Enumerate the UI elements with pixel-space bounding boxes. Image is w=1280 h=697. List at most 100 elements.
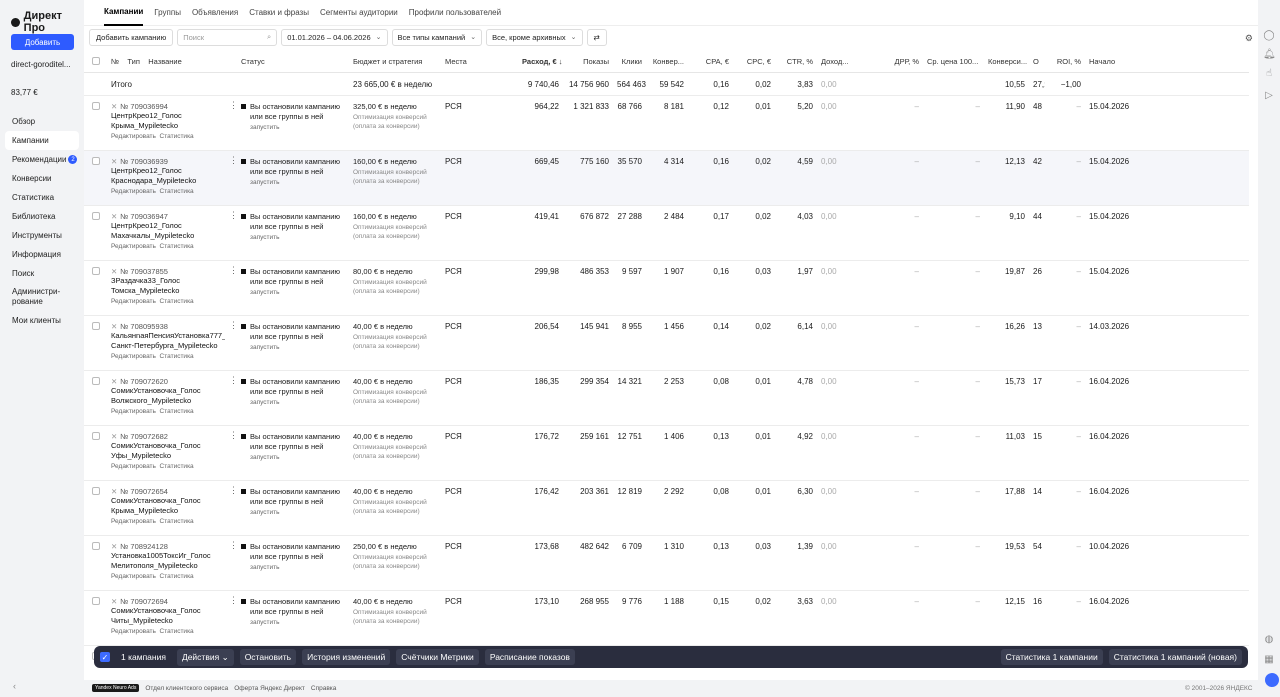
campaign-name[interactable]: КальянnаяПенсияУстановка777_Г... Санкт-П… [111, 331, 225, 351]
more-menu-icon[interactable]: ⋮ [225, 261, 237, 315]
add-campaign-button[interactable]: Добавить кампанию [89, 28, 174, 46]
campaign-name[interactable]: ЦентрКрео12_Голос Крыма_Mypiletecko [111, 111, 225, 131]
campaign-name[interactable]: Установка1005ТоксИг_Голос Мелитополя_Myp… [111, 551, 225, 571]
stop-button[interactable]: Остановить [239, 649, 297, 665]
stats-link[interactable]: Статистика [160, 353, 194, 360]
row-checkbox[interactable] [84, 591, 107, 645]
more-menu-icon[interactable]: ⋮ [225, 536, 237, 590]
edit-link[interactable]: Редактировать [111, 353, 156, 360]
header-avgprice[interactable]: Ср. цена 100... [923, 57, 984, 66]
account-name[interactable]: direct-goroditel... [11, 60, 71, 69]
header-convr[interactable]: Конверси... [984, 57, 1029, 66]
stats-link[interactable]: Статистика [160, 573, 194, 580]
more-menu-icon[interactable]: ⋮ [225, 96, 237, 150]
more-menu-icon[interactable]: ⋮ [225, 591, 237, 645]
row-checkbox[interactable] [84, 371, 107, 425]
more-menu-icon[interactable]: ⋮ [225, 316, 237, 370]
help-chat-icon[interactable] [1265, 673, 1279, 687]
campaign-name[interactable]: ЗРаздачка33_Голос Томска_Mypiletecko [111, 276, 225, 296]
edit-link[interactable]: Редактировать [111, 573, 156, 580]
row-checkbox[interactable] [84, 426, 107, 480]
history-button[interactable]: История изменений [302, 649, 391, 665]
launch-link[interactable]: запустить [250, 234, 345, 241]
edit-link[interactable]: Редактировать [111, 628, 156, 635]
logo[interactable]: Директ Про [11, 10, 84, 34]
footer-link[interactable]: Справка [311, 685, 337, 692]
header-o[interactable]: О [1029, 57, 1045, 66]
table-row[interactable]: ✕ № 709036994 ЦентрКрео12_Голос Крыма_Mypi… [84, 96, 1249, 151]
launch-link[interactable]: запустить [250, 564, 345, 571]
campaign-type-select[interactable]: Все типы кампаний ⌄ [391, 28, 483, 46]
search-input[interactable]: Поиск ⌕ [177, 28, 278, 46]
sidebar-item[interactable]: Библиотека [5, 207, 79, 226]
campaign-name[interactable]: СомикУстановочка_Голос Читы_Mypiletecko [111, 606, 225, 626]
stats-link[interactable]: Статистика [160, 133, 194, 140]
sidebar-item[interactable]: Обзор [5, 112, 79, 131]
launch-link[interactable]: запустить [250, 399, 345, 406]
header-income[interactable]: Доход... [817, 57, 861, 66]
collapse-sidebar-icon[interactable]: ‹ [13, 681, 16, 691]
bell-icon[interactable]: 🔔︎ [1263, 49, 1276, 61]
table-row[interactable]: ✕ № 709036939 ЦентрКрео12_Голос Краснодара… [84, 151, 1249, 206]
sidebar-item[interactable]: Кампании [5, 131, 79, 150]
edit-link[interactable]: Редактировать [111, 188, 156, 195]
more-menu-icon[interactable]: ⋮ [225, 426, 237, 480]
header-budget[interactable]: Бюджет и стратегия [349, 57, 441, 66]
more-menu-icon[interactable]: ⋮ [225, 371, 237, 425]
thumb-up-icon[interactable]: ☝︎ [1263, 68, 1275, 80]
row-checkbox[interactable] [84, 481, 107, 535]
header-shows[interactable]: Показы [563, 57, 613, 66]
play-icon[interactable]: ▷ [1263, 90, 1275, 102]
row-checkbox[interactable] [84, 151, 107, 205]
table-row[interactable]: ✕ № 709072682 СомикУстановочка_Голос Уфы_M… [84, 426, 1249, 481]
header-ctr[interactable]: CTR, % [775, 57, 817, 66]
tab[interactable]: Группы [154, 0, 181, 26]
table-row[interactable]: ✕ № 709072620 СомикУстановочка_Голос Волжс… [84, 371, 1249, 426]
date-range-select[interactable]: 01.01.2026 – 04.06.2026 ⌄ [281, 28, 388, 46]
stats-link[interactable]: Статистика [160, 518, 194, 525]
footer-link[interactable]: Оферта Яндекс Директ [234, 685, 305, 692]
header-cpc[interactable]: CPC, € [733, 57, 775, 66]
sidebar-item[interactable]: Рекомендации 2 [5, 150, 79, 169]
sidebar-item[interactable]: Поиск [5, 264, 79, 283]
launch-link[interactable]: запустить [250, 124, 345, 131]
header-clicks[interactable]: Клики [613, 57, 646, 66]
row-checkbox[interactable] [84, 96, 107, 150]
tab[interactable]: Объявления [192, 0, 238, 26]
table-row[interactable]: ✕ № 709072694 СомикУстановочка_Голос Читы_… [84, 591, 1249, 646]
campaign-name[interactable]: СомикУстановочка_Голос Волжского_Mypilet… [111, 386, 225, 406]
tab[interactable]: Профили пользователей [409, 0, 501, 26]
metrika-button[interactable]: Счётчики Метрики [396, 649, 479, 665]
stats-link[interactable]: Статистика [160, 243, 194, 250]
edit-link[interactable]: Редактировать [111, 133, 156, 140]
header-place[interactable]: Места [441, 57, 518, 66]
header-conv[interactable]: Конвер... [646, 57, 688, 66]
tab[interactable]: Кампании [104, 0, 144, 26]
stats-link[interactable]: Статистика [160, 188, 194, 195]
apps-grid-icon[interactable]: ▦ [1263, 654, 1275, 666]
campaign-name[interactable]: ЦентрКрео12_Голос Краснодара_Mypiletecko [111, 166, 225, 186]
header-drr[interactable]: ДРР, % [861, 57, 923, 66]
more-menu-icon[interactable]: ⋮ [225, 151, 237, 205]
launch-link[interactable]: запустить [250, 454, 345, 461]
sidebar-item[interactable]: Мои клиенты [5, 311, 79, 330]
header-cost[interactable]: Расход, € ↓ [518, 57, 563, 66]
selection-checkbox[interactable]: ✓ [100, 652, 110, 662]
stats-button[interactable]: Статистика 1 кампании [1000, 649, 1103, 665]
archive-filter-select[interactable]: Все, кроме архивных ⌄ [486, 28, 583, 46]
table-row[interactable]: ✕ № 708924128 Установка1005ТоксИг_Голос Ме… [84, 536, 1249, 591]
edit-link[interactable]: Редактировать [111, 408, 156, 415]
chat-icon[interactable]: ◯ [1263, 30, 1275, 42]
launch-link[interactable]: запустить [250, 344, 345, 351]
stats-link[interactable]: Статистика [160, 463, 194, 470]
campaign-name[interactable]: СомикУстановочка_Голос Уфы_Mypiletecko [111, 441, 225, 461]
gear-icon[interactable]: ⚙ [1245, 33, 1253, 44]
header-status[interactable]: Статус [237, 57, 349, 66]
campaign-name[interactable]: ЦентрКрео12_Голос Махачкалы_Mypiletecko [111, 221, 225, 241]
sidebar-item[interactable]: Статистика [5, 188, 79, 207]
edit-link[interactable]: Редактировать [111, 463, 156, 470]
schedule-button[interactable]: Расписание показов [484, 649, 575, 665]
edit-link[interactable]: Редактировать [111, 298, 156, 305]
stats-link[interactable]: Статистика [160, 408, 194, 415]
campaign-name[interactable]: СомикУстановочка_Голос Крыма_Mypiletecko [111, 496, 225, 516]
